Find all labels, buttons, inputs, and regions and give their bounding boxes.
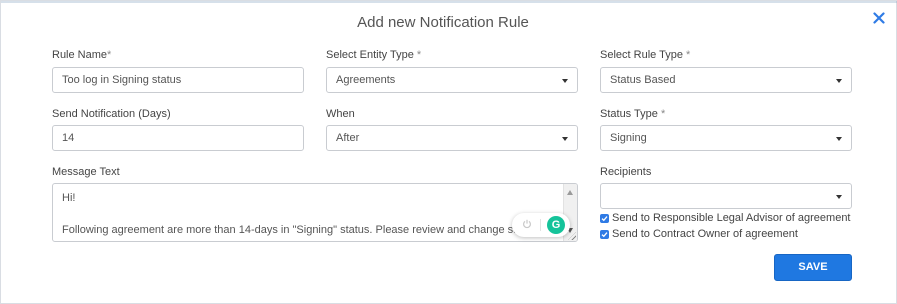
power-icon[interactable] [520, 217, 534, 231]
contract-owner-checkbox-row: Send to Contract Owner of agreement [600, 228, 798, 240]
grammarly-icon[interactable]: G [547, 216, 565, 234]
rule-type-value: Status Based [610, 74, 676, 86]
entity-type-label-text: Select Entity Type [326, 49, 414, 61]
status-type-label-text: Status Type [600, 108, 658, 120]
notification-rule-dialog: Add new Notification Rule Rule Name* Sel… [0, 0, 897, 304]
message-textarea[interactable]: Hi! Following agreement are more than 14… [52, 183, 578, 242]
message-text-label: Message Text [52, 166, 120, 178]
chevron-down-icon [562, 79, 568, 83]
entity-type-label: Select Entity Type * [326, 49, 421, 61]
send-days-input[interactable] [52, 125, 304, 151]
check-icon [601, 215, 608, 221]
entity-type-select[interactable]: Agreements [326, 67, 578, 93]
separator [540, 219, 541, 231]
legal-advisor-checkbox-row: Send to Responsible Legal Advisor of agr… [600, 212, 851, 224]
save-button[interactable]: SAVE [774, 254, 852, 281]
contract-owner-checkbox[interactable] [600, 229, 609, 239]
top-strip [1, 1, 897, 3]
rule-type-label-text: Select Rule Type [600, 49, 683, 61]
rule-name-input[interactable] [52, 67, 304, 93]
chevron-down-icon [562, 137, 568, 141]
legal-advisor-checkbox[interactable] [600, 213, 609, 223]
when-value: After [336, 132, 360, 144]
scroll-up-icon[interactable] [567, 190, 573, 195]
send-days-label: Send Notification (Days) [52, 108, 171, 120]
close-button[interactable] [870, 9, 888, 27]
close-icon [873, 12, 885, 24]
required-mark: * [416, 49, 422, 61]
check-icon [601, 231, 608, 237]
required-mark: * [686, 49, 691, 61]
rule-type-select[interactable]: Status Based [600, 67, 852, 93]
contract-owner-checkbox-label: Send to Contract Owner of agreement [612, 228, 798, 240]
dialog-title: Add new Notification Rule [357, 14, 529, 31]
required-mark: * [660, 108, 666, 120]
chevron-down-icon [836, 195, 842, 199]
when-label: When [326, 108, 355, 120]
legal-advisor-checkbox-label: Send to Responsible Legal Advisor of agr… [612, 212, 851, 224]
status-type-label: Status Type * [600, 108, 665, 120]
rule-name-label-text: Rule Name [52, 49, 108, 61]
required-mark: * [107, 49, 112, 61]
rule-type-label: Select Rule Type * [600, 49, 690, 61]
message-line-2: Following agreement are more than 14-day… [62, 224, 532, 236]
recipients-label: Recipients [600, 166, 652, 178]
entity-type-value: Agreements [336, 74, 396, 86]
when-select[interactable]: After [326, 125, 578, 151]
recipients-select[interactable] [600, 183, 852, 209]
status-type-value: Signing [610, 132, 647, 144]
grammarly-widget[interactable]: G [512, 213, 570, 237]
chevron-down-icon [836, 137, 842, 141]
chevron-down-icon [836, 79, 842, 83]
rule-name-label: Rule Name* [52, 49, 111, 61]
message-line-1: Hi! [62, 192, 76, 204]
status-type-select[interactable]: Signing [600, 125, 852, 151]
